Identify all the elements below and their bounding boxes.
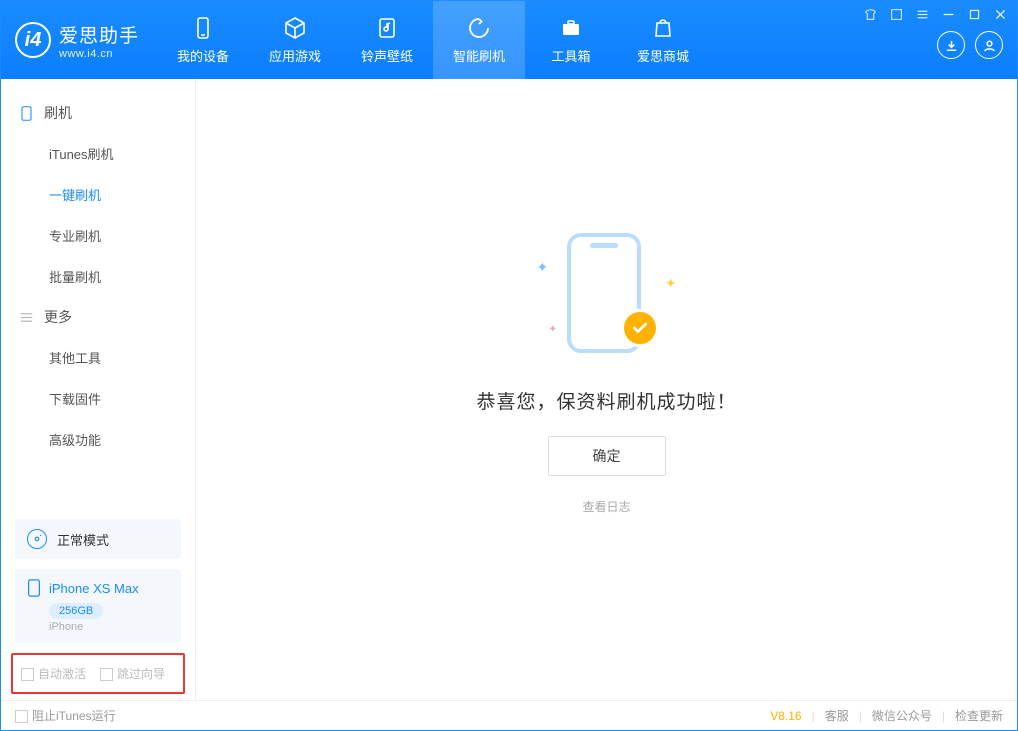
device-type: iPhone [49,621,169,633]
status-bar: 阻止iTunes运行 V8.16 | 客服 | 微信公众号 | 检查更新 [1,700,1017,730]
nav-label: 工具箱 [552,46,591,65]
sparkle-icon: ✦ [537,259,549,276]
group-title: 刷机 [44,103,72,123]
nav-tab-ringtone[interactable]: 铃声壁纸 [341,1,433,79]
nav-tab-toolbox[interactable]: 工具箱 [525,1,617,79]
group-title: 更多 [44,307,72,327]
user-button[interactable] [975,31,1003,59]
view-log-link[interactable]: 查看日志 [582,498,630,515]
bag-icon [651,16,675,40]
nav-tab-device[interactable]: 我的设备 [157,1,249,79]
confirm-button[interactable]: 确定 [548,436,666,476]
checkbox-block-itunes[interactable]: 阻止iTunes运行 [15,707,116,724]
music-icon [375,16,399,40]
sidebar-item-advanced[interactable]: 高级功能 [1,419,195,460]
sidebar-item-batch-flash[interactable]: 批量刷机 [1,256,195,297]
device-card[interactable]: iPhone XS Max 256GB iPhone [15,569,181,643]
device-storage: 256GB [49,603,103,619]
user-controls [937,31,1007,59]
close-icon[interactable] [993,7,1007,21]
header-right [863,1,1017,59]
nav-label: 我的设备 [177,46,229,65]
shirt-icon[interactable] [863,7,877,21]
phone-small-icon [19,106,34,121]
box-icon[interactable] [889,7,903,21]
download-button[interactable] [937,31,965,59]
mode-card[interactable]: 正常模式 [15,519,181,559]
checkbox-auto-activate[interactable]: 自动激活 [21,665,86,682]
success-message: 恭喜您，保资料刷机成功啦！ [476,387,736,414]
app-logo: i4 爱思助手 www.i4.cn [1,1,157,79]
checkbox-icon [15,710,28,723]
check-badge-icon [621,309,659,347]
checkbox-icon [21,668,34,681]
version-label: V8.16 [770,709,801,723]
group-flash: 刷机 [1,93,195,133]
nav-tab-store[interactable]: 爱思商城 [617,1,709,79]
sidebar-item-itunes-flash[interactable]: iTunes刷机 [1,133,195,174]
success-illustration: ✦ ✦ ✦ [537,225,677,365]
mode-icon [27,529,47,549]
menu-icon[interactable] [915,7,929,21]
nav-label: 爱思商城 [637,46,689,65]
group-more: 更多 [1,297,195,337]
maximize-icon[interactable] [967,7,981,21]
checkbox-icon [100,668,113,681]
link-support[interactable]: 客服 [825,707,849,724]
nav-tab-flash[interactable]: 智能刷机 [433,1,525,79]
nav-label: 铃声壁纸 [361,46,413,65]
link-wechat[interactable]: 微信公众号 [872,707,932,724]
sidebar: 刷机 iTunes刷机 一键刷机 专业刷机 批量刷机 更多 其他工具 下载固件 … [1,79,196,700]
mode-label: 正常模式 [57,530,109,549]
phone-icon [191,16,215,40]
list-icon [19,310,34,325]
app-name: 爱思助手 [59,21,139,48]
nav-label: 应用游戏 [269,46,321,65]
device-icon [27,579,41,597]
sidebar-item-pro-flash[interactable]: 专业刷机 [1,215,195,256]
highlighted-options: 自动激活 跳过向导 [11,653,185,694]
checkbox-skip-wizard[interactable]: 跳过向导 [100,665,165,682]
link-check-update[interactable]: 检查更新 [955,707,1003,724]
device-name: iPhone XS Max [49,581,139,596]
nav-tabs: 我的设备 应用游戏 铃声壁纸 智能刷机 工具箱 [157,1,709,79]
main-panel: ✦ ✦ ✦ 恭喜您，保资料刷机成功啦！ 确定 查看日志 [196,79,1017,700]
nav-label: 智能刷机 [453,46,505,65]
body: 刷机 iTunes刷机 一键刷机 专业刷机 批量刷机 更多 其他工具 下载固件 … [1,79,1017,700]
sidebar-item-other-tools[interactable]: 其他工具 [1,337,195,378]
sparkle-icon: ✦ [665,275,677,292]
refresh-icon [467,16,491,40]
sidebar-item-download-firmware[interactable]: 下载固件 [1,378,195,419]
sidebar-item-onekey-flash[interactable]: 一键刷机 [1,174,195,215]
nav-tab-apps[interactable]: 应用游戏 [249,1,341,79]
cube-icon [283,16,307,40]
window-controls [863,7,1007,21]
header-bar: i4 爱思助手 www.i4.cn 我的设备 应用游戏 铃声壁纸 [1,1,1017,79]
sparkle-icon: ✦ [549,324,557,335]
toolbox-icon [559,16,583,40]
minimize-icon[interactable] [941,7,955,21]
logo-mark-icon: i4 [15,22,51,58]
app-url: www.i4.cn [59,48,139,60]
